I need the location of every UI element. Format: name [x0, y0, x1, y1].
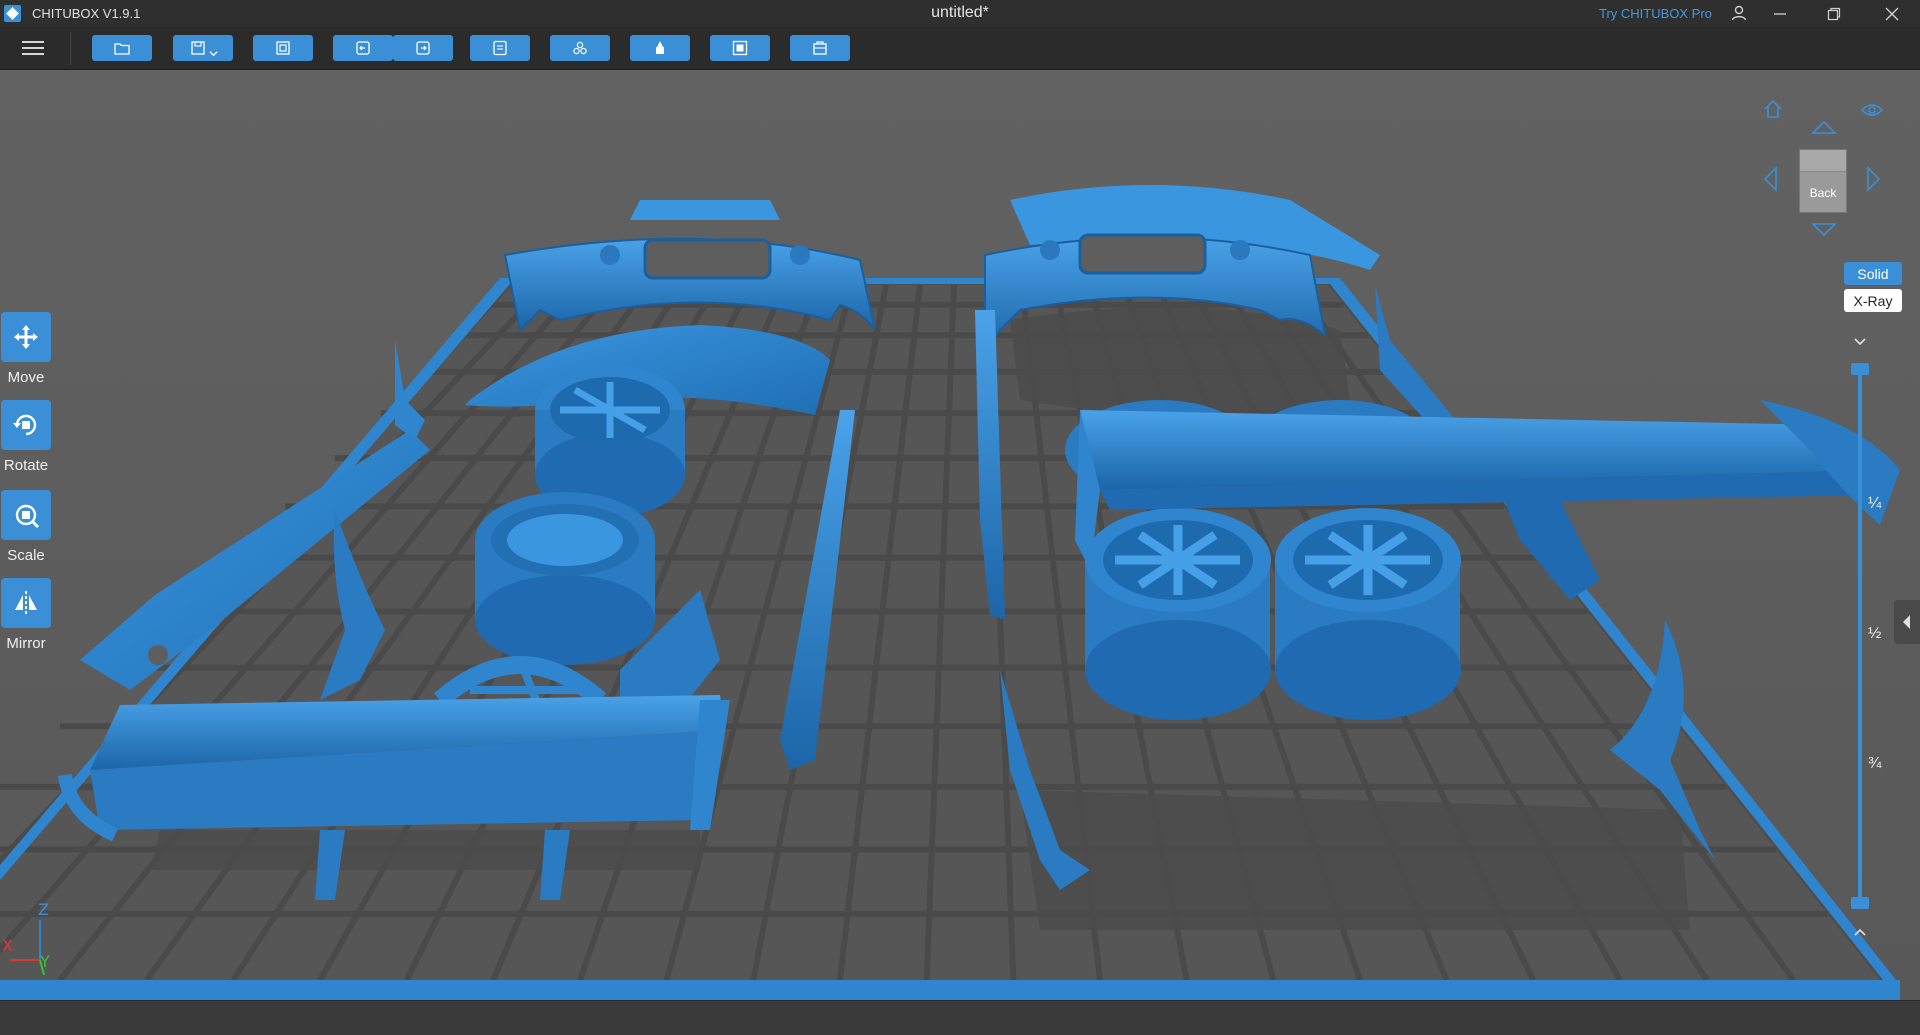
close-button[interactable]	[1870, 0, 1914, 27]
mirror-tool[interactable]: Mirror	[0, 578, 52, 652]
redo-button[interactable]	[393, 35, 453, 61]
3d-viewport[interactable]: Move Rotate Scale Mirror Z X Y Back Soli…	[0, 70, 1920, 1000]
hamburger-menu-icon[interactable]	[20, 37, 46, 59]
rotate-label: Rotate	[3, 457, 49, 474]
chitubox-logo-icon	[4, 5, 21, 22]
eye-view-icon[interactable]	[1860, 102, 1884, 123]
axis-labels: Z X Y	[0, 900, 60, 980]
build-scene[interactable]	[0, 70, 1920, 1000]
save-button[interactable]	[173, 35, 233, 61]
side-panel-toggle[interactable]	[1894, 600, 1920, 644]
view-cube-top-face[interactable]	[1800, 150, 1846, 172]
settings-icon	[493, 40, 507, 56]
redo-icon	[416, 41, 430, 55]
slider-tick-half: ½	[1868, 625, 1882, 642]
layer-slider-bottom-handle[interactable]	[1851, 897, 1869, 909]
auto-layout-button[interactable]	[253, 35, 313, 61]
save-icon	[190, 41, 205, 55]
view-cube[interactable]: Back	[1799, 149, 1847, 213]
layer-slider-top-handle[interactable]	[1851, 363, 1869, 375]
chevron-down-icon[interactable]	[208, 49, 218, 58]
undo-button[interactable]	[333, 35, 393, 61]
move-icon	[1, 312, 51, 362]
move-tool[interactable]: Move	[0, 312, 52, 386]
xray-mode-button[interactable]: X-Ray	[1844, 289, 1902, 312]
settings-button[interactable]	[470, 35, 530, 61]
slice-icon	[813, 41, 827, 55]
status-bar	[0, 1000, 1920, 1035]
x-axis-label: X	[2, 936, 13, 955]
layout-icon	[276, 41, 290, 55]
supports-icon	[656, 41, 664, 54]
folder-icon	[114, 43, 130, 55]
scale-label: Scale	[7, 547, 45, 564]
hollow-icon	[732, 40, 748, 56]
minimize-button[interactable]	[1758, 0, 1802, 27]
home-view-icon[interactable]	[1762, 98, 1784, 125]
mirror-label: Mirror	[6, 635, 46, 652]
slider-tick-three-quarter: ¾	[1868, 755, 1882, 772]
view-left-arrow-icon[interactable]	[1762, 166, 1778, 197]
rotate-icon	[1, 400, 51, 450]
try-pro-link[interactable]: Try CHITUBOX Pro	[1599, 6, 1712, 21]
view-up-arrow-icon[interactable]	[1811, 119, 1837, 140]
slider-collapse-chevron-icon[interactable]	[1850, 335, 1870, 349]
slice-button[interactable]	[790, 35, 850, 61]
multi-model-button[interactable]	[550, 35, 610, 61]
slider-up-chevron-icon[interactable]	[1850, 925, 1870, 939]
z-axis-label: Z	[38, 900, 49, 919]
view-right-arrow-icon[interactable]	[1866, 166, 1882, 197]
rotate-tool[interactable]: Rotate	[0, 400, 52, 474]
view-down-arrow-icon[interactable]	[1811, 222, 1837, 243]
hollow-button[interactable]	[710, 35, 770, 61]
restore-button[interactable]	[1812, 0, 1856, 27]
app-name: CHITUBOX V1.9.1	[32, 6, 141, 21]
open-file-button[interactable]	[92, 35, 152, 61]
solid-mode-button[interactable]: Solid	[1844, 262, 1902, 285]
undo-icon	[356, 41, 370, 55]
chevron-left-icon	[1903, 615, 1910, 629]
move-label: Move	[7, 369, 45, 386]
y-axis-label: Y	[40, 952, 50, 971]
layer-slider-track[interactable]	[1858, 370, 1862, 906]
user-account-icon[interactable]	[1730, 4, 1748, 22]
models-icon	[573, 41, 587, 55]
mirror-icon	[1, 578, 51, 628]
supports-button[interactable]	[630, 35, 690, 61]
title-bar: CHITUBOX V1.9.1 untitled* Try CHITUBOX P…	[0, 0, 1920, 27]
slider-tick-quarter: ¼	[1868, 495, 1882, 512]
main-toolbar	[0, 27, 1920, 70]
toolbar-divider	[70, 32, 71, 65]
scale-tool[interactable]: Scale	[0, 490, 52, 564]
chitubox-window: CHITUBOX V1.9.1 untitled* Try CHITUBOX P…	[0, 0, 1920, 1035]
scale-icon	[1, 490, 51, 540]
view-cube-face-label: Back	[1809, 186, 1837, 200]
